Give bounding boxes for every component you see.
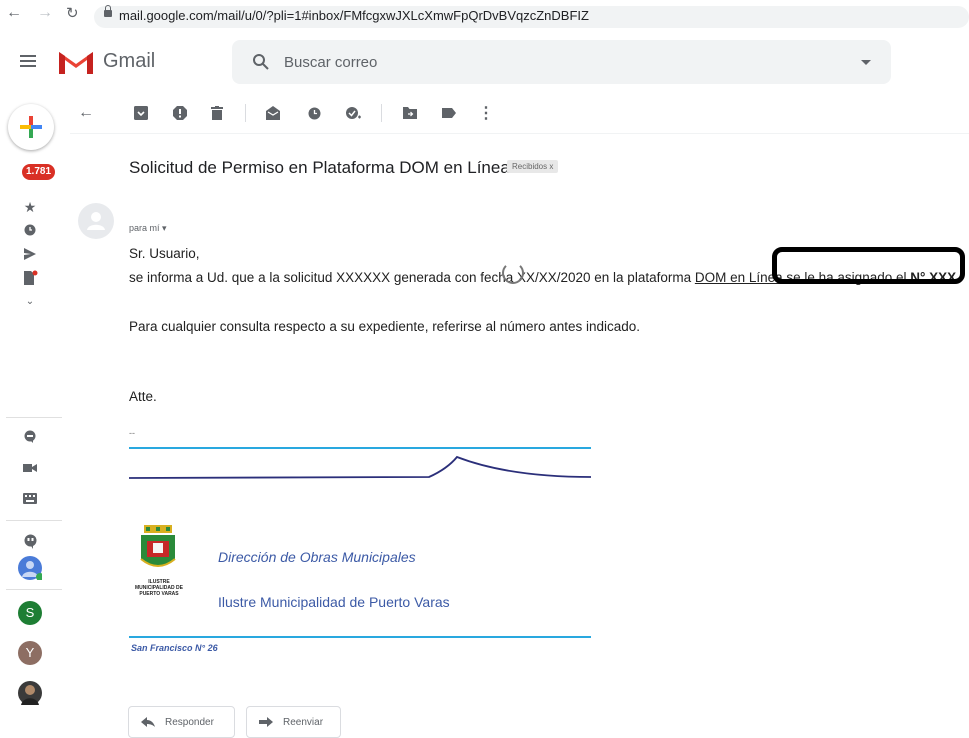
search-input[interactable]: Buscar correo (284, 54, 377, 71)
url-text[interactable]: mail.google.com/mail/u/0/?pli=1#inbox/FM… (119, 8, 589, 23)
main-menu-icon[interactable] (20, 55, 36, 67)
label-text: Recibidos (512, 162, 548, 171)
signature-separator: -- (129, 428, 135, 438)
signature-wave-graphic (129, 447, 591, 479)
rail-divider (6, 589, 62, 590)
add-task-icon[interactable] (345, 105, 361, 121)
app-name[interactable]: Gmail (103, 50, 155, 73)
mark-unread-icon[interactable] (265, 105, 281, 121)
more-options-icon[interactable]: ⋮ (478, 105, 494, 122)
reply-label: Responder (165, 716, 214, 728)
inbox-count-badge[interactable]: 1.781 (22, 164, 56, 180)
body-paragraph-2: Para cualquier consulta respecto a su ex… (129, 319, 641, 334)
greeting: Sr. Usuario, (129, 246, 200, 261)
municipality-name: Ilustre Municipalidad de Puerto Varas (218, 594, 450, 610)
plus-icon (20, 116, 42, 138)
department-name: Dirección de Obras Municipales (218, 549, 416, 565)
gmail-logo-icon[interactable] (57, 48, 95, 76)
delete-icon[interactable] (209, 105, 225, 121)
contact-avatar-s[interactable]: S (18, 601, 42, 625)
keyboard-icon[interactable] (22, 490, 38, 506)
toolbar-divider (245, 104, 246, 122)
browser-bar: ← → ↻ mail.google.com/mail/u/0/?pli=1#in… (0, 0, 969, 30)
forward-label: Reenviar (283, 716, 324, 728)
loading-cursor-icon (502, 262, 524, 284)
search-bar[interactable]: Buscar correo (232, 40, 891, 84)
rail-divider (6, 520, 62, 521)
toolbar-divider (381, 104, 382, 122)
search-options-icon[interactable] (861, 60, 871, 65)
inbox-label-chip[interactable]: Recibidos x (507, 160, 559, 173)
sender-avatar[interactable] (78, 203, 114, 239)
highlight-box (772, 247, 965, 284)
signature-bottom-line (129, 636, 591, 638)
toolbar-rule (70, 133, 969, 134)
snooze-icon[interactable] (306, 105, 322, 121)
draft-icon[interactable] (22, 270, 38, 286)
reply-button[interactable]: Responder (128, 706, 235, 738)
dom-link[interactable]: DOM en Línea (695, 270, 783, 285)
body-text: se informa a Ud. que a la solicitud XXXX… (129, 270, 695, 285)
chat-icon[interactable] (22, 429, 38, 445)
email-subject: Solicitud de Permiso en Plataforma DOM e… (129, 158, 510, 177)
back-to-inbox-icon[interactable]: ← (78, 104, 94, 121)
forward-icon (259, 717, 273, 727)
closing: Atte. (129, 389, 157, 404)
clock-icon[interactable] (22, 222, 38, 238)
search-icon[interactable] (252, 53, 270, 71)
contact-avatar-photo[interactable] (18, 681, 42, 705)
star-icon[interactable]: ★ (22, 199, 38, 215)
municipal-crest-icon (140, 525, 176, 567)
back-arrow-icon[interactable]: ← (6, 4, 22, 22)
address-text: San Francisco N° 26 (131, 643, 218, 653)
move-to-icon[interactable] (402, 105, 418, 121)
archive-icon[interactable] (133, 105, 149, 121)
report-spam-icon[interactable] (172, 105, 188, 121)
hangouts-icon[interactable] (22, 533, 38, 549)
rail-divider (6, 417, 62, 418)
recipient-text: para mí (129, 223, 160, 233)
send-icon[interactable] (22, 246, 38, 262)
video-icon[interactable] (22, 460, 38, 476)
user-avatar[interactable] (18, 556, 44, 581)
remove-label-icon[interactable]: x (549, 162, 553, 171)
lock-icon (104, 5, 112, 17)
forward-button[interactable]: Reenviar (246, 706, 341, 738)
label-icon[interactable] (441, 105, 457, 121)
recipient-dropdown[interactable]: para mí ▾ (129, 223, 167, 234)
compose-button[interactable] (8, 104, 54, 150)
reload-icon[interactable]: ↻ (66, 4, 79, 22)
more-chevron-icon[interactable]: ⌄ (22, 293, 38, 309)
caret-down-icon: ▾ (162, 223, 167, 233)
crest-caption: ILUSTRE MUNICIPALIDAD DE PUERTO VARAS (135, 579, 183, 597)
contact-avatar-y[interactable]: Y (18, 641, 42, 665)
forward-arrow-icon[interactable]: → (37, 4, 53, 22)
reply-icon (141, 717, 155, 727)
